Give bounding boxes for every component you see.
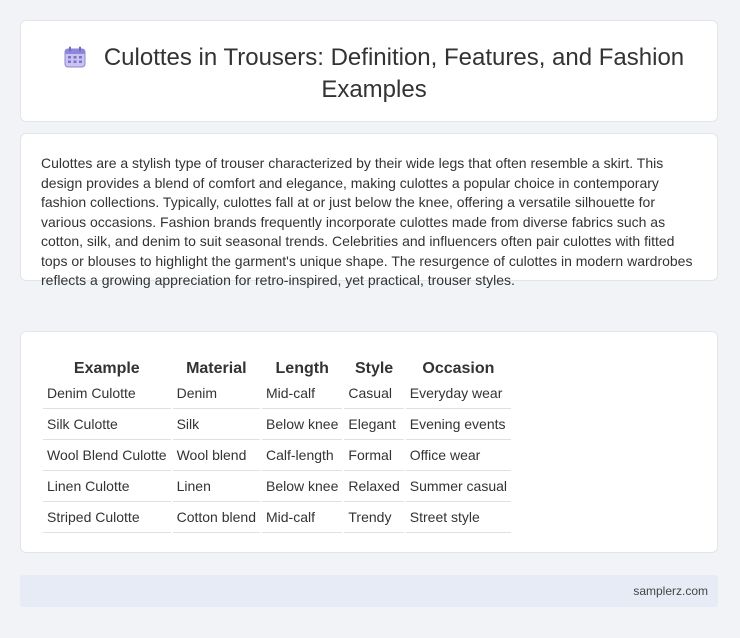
table-cell: Denim Culotte	[43, 378, 171, 409]
intro-card: Culottes are a stylish type of trouser c…	[20, 133, 718, 288]
table-cell: Denim	[172, 378, 260, 409]
table-cell: Office wear	[405, 440, 512, 471]
column-header-occasion: Occasion	[422, 360, 495, 377]
page-title-block: Culottes in Trousers: Definition, Featur…	[61, 43, 687, 104]
column-header-example: Example	[73, 360, 140, 377]
table-cell: Elegant	[344, 409, 404, 440]
table-header-row: Example Material Length Style Occasion	[43, 352, 511, 378]
footer-bar: samplerz.com	[20, 575, 718, 607]
column-header-length: Length	[275, 360, 329, 377]
table-cell: Linen Culotte	[43, 471, 171, 502]
calendar-icon	[64, 46, 86, 75]
table-cell: Silk Culotte	[43, 409, 171, 440]
table-row: Striped Culotte Cotton blend Mid-calf Tr…	[43, 502, 512, 533]
table-cell: Wool Blend Culotte	[43, 440, 171, 471]
table-cell: Trendy	[344, 502, 404, 533]
page-title: Culottes in Trousers: Definition, Featur…	[103, 44, 685, 103]
table-cell: Calf-length	[262, 440, 343, 471]
table-cell: Mid-calf	[262, 502, 343, 533]
table-cell: Street style	[405, 502, 512, 533]
column-header-style: Style	[354, 360, 394, 377]
intro-paragraph: Culottes are a stylish type of trouser c…	[41, 155, 693, 288]
culottes-table: Example Material Length Style Occasion D…	[41, 352, 513, 533]
table-cell: Everyday wear	[405, 378, 512, 409]
table-cell: Relaxed	[344, 471, 404, 502]
table-card: Example Material Length Style Occasion D…	[20, 331, 718, 553]
table-cell: Striped Culotte	[43, 502, 171, 533]
table-row: Linen Culotte Linen Below knee Relaxed S…	[43, 471, 512, 502]
table-row: Denim Culotte Denim Mid-calf Casual Ever…	[43, 378, 512, 409]
table-cell: Casual	[344, 378, 404, 409]
table-cell: Linen	[172, 471, 260, 502]
table-cell: Formal	[344, 440, 404, 471]
footer-site-link[interactable]: samplerz.com	[633, 584, 708, 598]
table-row: Silk Culotte Silk Below knee Elegant Eve…	[43, 409, 512, 440]
title-card: Culottes in Trousers: Definition, Featur…	[20, 20, 718, 122]
table-cell: Summer casual	[405, 471, 512, 502]
table-cell: Below knee	[262, 471, 343, 502]
table-row: Wool Blend Culotte Wool blend Calf-lengt…	[43, 440, 512, 471]
table-cell: Evening events	[405, 409, 512, 440]
table-cell: Cotton blend	[172, 502, 260, 533]
column-header-material: Material	[186, 360, 247, 377]
table-cell: Below knee	[262, 409, 343, 440]
table-cell: Silk	[172, 409, 260, 440]
table-cell: Wool blend	[172, 440, 260, 471]
table-cell: Mid-calf	[262, 378, 343, 409]
